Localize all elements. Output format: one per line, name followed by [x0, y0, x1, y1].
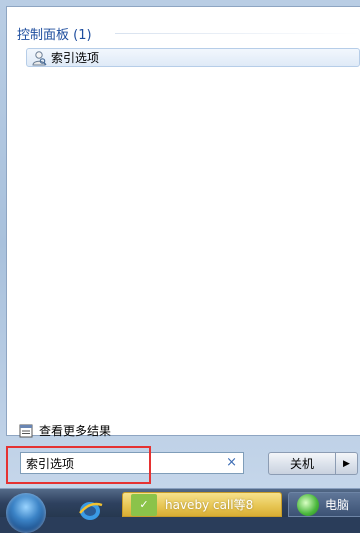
search-box[interactable]: × [20, 452, 244, 474]
shutdown-group: 关机 ▶ [268, 452, 360, 475]
taskbar: ✓ haveby call等8 电脑 [0, 488, 360, 533]
taskbar-active-window[interactable]: ✓ haveby call等8 [122, 492, 282, 517]
taskbar-internet-explorer[interactable] [64, 493, 114, 520]
more-results-icon [19, 424, 33, 437]
security-app-icon [297, 493, 319, 516]
result-item-label: 索引选项 [51, 51, 100, 65]
app-tile-icon: ✓ [131, 493, 157, 516]
internet-explorer-icon [79, 502, 103, 520]
see-more-label: 查看更多结果 [39, 424, 112, 438]
taskbar-window-2[interactable]: 电脑 [288, 492, 360, 517]
second-task-label: 电脑 [325, 498, 350, 512]
group-header-control-panel[interactable]: 控制面板 (1) [17, 24, 92, 43]
clear-search-icon[interactable]: × [226, 455, 237, 470]
search-results-panel: 控制面板 (1) 索引选项 查看更多结果 [6, 6, 360, 439]
shutdown-button[interactable]: 关机 [268, 452, 336, 475]
active-task-label: haveby call等8 [165, 498, 254, 512]
group-divider [115, 33, 360, 34]
start-button-icon[interactable] [6, 493, 46, 533]
search-input[interactable] [21, 453, 226, 473]
start-menu: 控制面板 (1) 索引选项 查看更多结果 × 关机 ▶ [0, 0, 360, 488]
shutdown-options-arrow-icon[interactable]: ▶ [336, 452, 358, 475]
see-more-results-link[interactable]: 查看更多结果 [19, 422, 111, 439]
indexing-options-icon [32, 50, 47, 65]
result-item-indexing-options[interactable]: 索引选项 [26, 48, 360, 67]
